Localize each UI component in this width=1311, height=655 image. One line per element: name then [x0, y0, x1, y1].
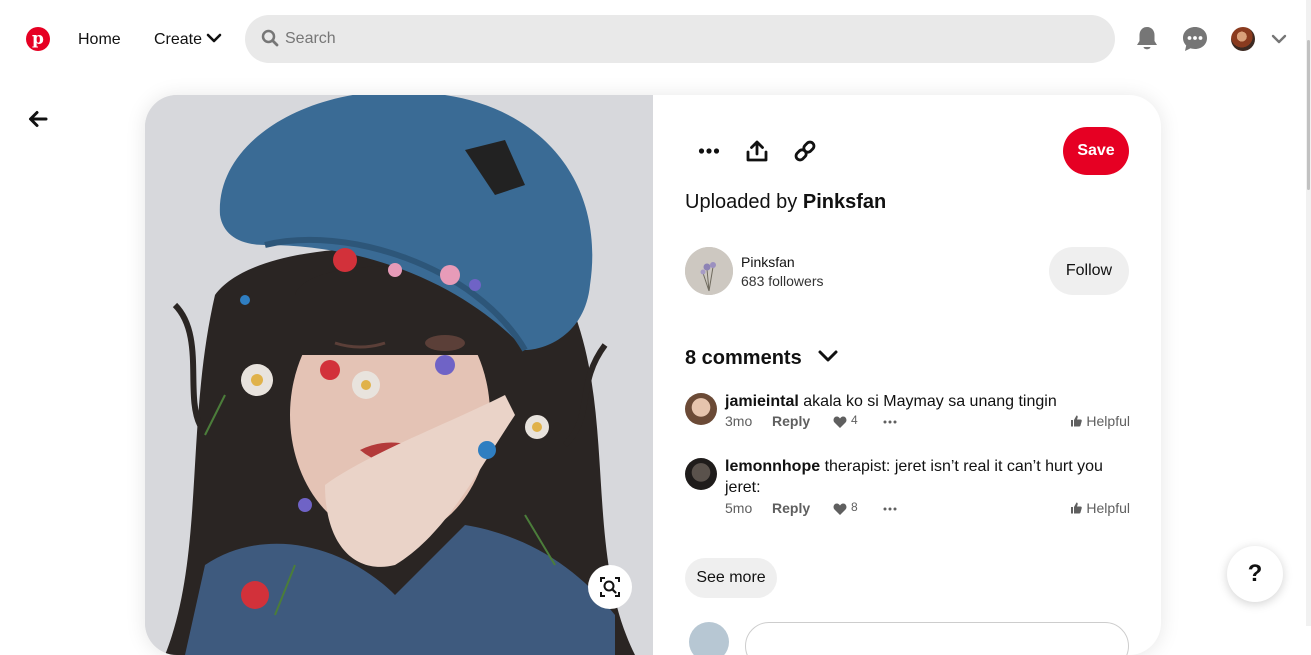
helpful-label: Helpful: [1086, 500, 1130, 516]
heart-icon[interactable]: [833, 415, 847, 429]
uploader-name[interactable]: Pinksfan: [803, 191, 886, 213]
nav-home[interactable]: Home: [78, 31, 121, 49]
like-count: 4: [851, 413, 858, 427]
pin-card: Save Uploaded by Pinksfan Pinksfan 683 f…: [145, 95, 1161, 655]
bell-icon[interactable]: [1135, 26, 1159, 52]
helpful-button[interactable]: Helpful: [1070, 413, 1130, 429]
visual-search-button[interactable]: [588, 565, 632, 609]
comment-item: jamieintal akala ko si Maymay sa unang t…: [685, 391, 1130, 441]
message-icon[interactable]: [1182, 26, 1208, 52]
link-icon[interactable]: [793, 139, 817, 163]
user-avatar[interactable]: [1231, 27, 1255, 51]
save-button[interactable]: Save: [1063, 127, 1129, 175]
helpful-label: Helpful: [1086, 413, 1130, 429]
helpful-button[interactable]: Helpful: [1070, 500, 1130, 516]
help-button[interactable]: ?: [1227, 546, 1283, 602]
comment-meta: 3mo Reply 4 Helpful: [725, 413, 1130, 431]
comment-body: akala ko si Maymay sa unang tingin: [803, 393, 1057, 410]
thumbs-up-icon: [1071, 502, 1083, 514]
owner-followers: 683 followers: [741, 273, 824, 289]
scrollbar-thumb[interactable]: [1307, 40, 1310, 190]
search-input[interactable]: [285, 15, 1085, 63]
comment-meta: 5mo Reply 8 Helpful: [725, 500, 1130, 518]
search-bar[interactable]: [245, 15, 1115, 63]
comment-text: lemonnhope therapist: jeret isn’t real i…: [725, 456, 1130, 498]
back-arrow-icon[interactable]: [26, 107, 50, 131]
top-nav: p Home Create: [0, 0, 1311, 80]
pin-detail-panel: Save Uploaded by Pinksfan Pinksfan 683 f…: [653, 95, 1161, 655]
reply-button[interactable]: Reply: [772, 413, 810, 429]
thumbs-up-icon: [1071, 415, 1083, 427]
current-user-avatar: [689, 622, 729, 655]
comment-item: lemonnhope therapist: jeret isn’t real i…: [685, 456, 1130, 528]
uploaded-by: Uploaded by Pinksfan: [685, 191, 886, 214]
comment-more-icon[interactable]: [883, 417, 897, 427]
comments-title[interactable]: 8 comments: [685, 347, 802, 370]
owner-name[interactable]: Pinksfan: [741, 254, 795, 270]
pinterest-logo[interactable]: p: [26, 27, 50, 51]
comment-time: 3mo: [725, 413, 753, 429]
pin-photo: [145, 95, 653, 655]
share-icon[interactable]: [745, 139, 769, 163]
comment-more-icon[interactable]: [883, 504, 897, 514]
heart-icon[interactable]: [833, 502, 847, 516]
visual-search-icon: [600, 577, 620, 597]
commenter-avatar[interactable]: [685, 458, 717, 490]
account-chevron-down-icon[interactable]: [1271, 31, 1287, 47]
owner-avatar[interactable]: [685, 247, 733, 295]
see-more-button[interactable]: See more: [685, 558, 777, 598]
pinterest-logo-mark: p: [32, 29, 44, 49]
commenter-avatar[interactable]: [685, 393, 717, 425]
comment-text: jamieintal akala ko si Maymay sa unang t…: [725, 391, 1130, 412]
nav-create[interactable]: Create: [154, 31, 202, 49]
chevron-down-icon[interactable]: [206, 30, 222, 46]
comment-user[interactable]: lemonnhope: [725, 458, 820, 475]
owner-avatar-image: [685, 247, 733, 295]
reply-button[interactable]: Reply: [772, 500, 810, 516]
search-icon: [261, 29, 279, 47]
pin-image[interactable]: [145, 95, 653, 655]
comment-time: 5mo: [725, 500, 753, 516]
comment-user[interactable]: jamieintal: [725, 393, 799, 410]
add-comment-input[interactable]: [745, 622, 1129, 655]
more-icon[interactable]: [697, 139, 721, 163]
like-count: 8: [851, 500, 858, 514]
follow-button[interactable]: Follow: [1049, 247, 1129, 295]
comments-chevron-down-icon[interactable]: [817, 345, 839, 367]
uploaded-by-prefix: Uploaded by: [685, 191, 798, 213]
